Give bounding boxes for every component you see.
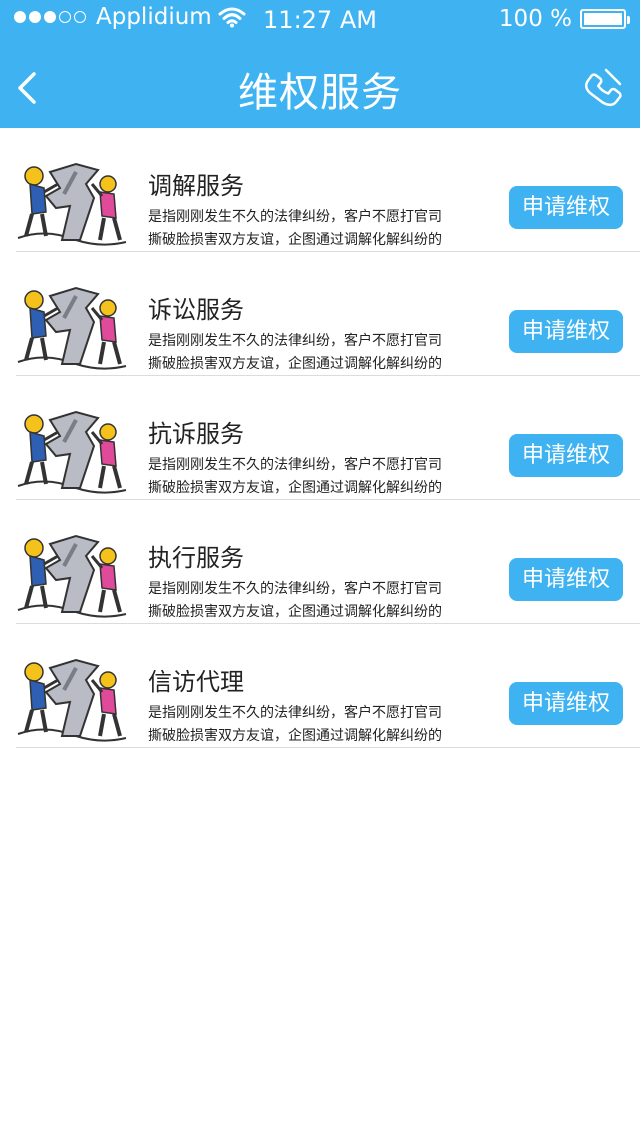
description-line: 是指刚刚发生不久的法律纠纷，客户不愿打官司 bbox=[148, 705, 442, 721]
service-description: 是指刚刚发生不久的法律纠纷，客户不愿打官司 撕破脸损害双方友谊，企图通过调解化解… bbox=[148, 702, 490, 748]
apply-rights-button[interactable]: 申请维权 bbox=[509, 558, 623, 601]
rights-illustration-icon bbox=[16, 526, 128, 622]
description-line: 撕破脸损害双方友谊，企图通过调解化解纠纷的 bbox=[148, 356, 442, 372]
apply-rights-button[interactable]: 申请维权 bbox=[509, 682, 623, 725]
description-line: 是指刚刚发生不久的法律纠纷，客户不愿打官司 bbox=[148, 581, 442, 597]
header: Applidium 11:27 AM 100 % 维权服务 bbox=[0, 0, 640, 128]
battery-icon bbox=[580, 9, 630, 29]
battery-fill bbox=[584, 13, 622, 25]
apply-rights-button[interactable]: 申请维权 bbox=[509, 310, 623, 353]
service-title: 抗诉服务 bbox=[148, 420, 244, 448]
service-title: 诉讼服务 bbox=[148, 296, 244, 324]
service-row[interactable]: 执行服务 是指刚刚发生不久的法律纠纷，客户不愿打官司 撕破脸损害双方友谊，企图通… bbox=[16, 500, 640, 624]
rights-illustration-icon bbox=[16, 278, 128, 374]
description-line: 是指刚刚发生不久的法律纠纷，客户不愿打官司 bbox=[148, 333, 442, 349]
service-description: 是指刚刚发生不久的法律纠纷，客户不愿打官司 撕破脸损害双方友谊，企图通过调解化解… bbox=[148, 454, 490, 500]
description-line: 撕破脸损害双方友谊，企图通过调解化解纠纷的 bbox=[148, 232, 442, 248]
battery-nub bbox=[627, 16, 630, 24]
service-title: 信访代理 bbox=[148, 668, 244, 696]
service-title: 调解服务 bbox=[148, 172, 244, 200]
service-description: 是指刚刚发生不久的法律纠纷，客户不愿打官司 撕破脸损害双方友谊，企图通过调解化解… bbox=[148, 578, 490, 624]
description-line: 是指刚刚发生不久的法律纠纷，客户不愿打官司 bbox=[148, 209, 442, 225]
service-description: 是指刚刚发生不久的法律纠纷，客户不愿打官司 撕破脸损害双方友谊，企图通过调解化解… bbox=[148, 330, 490, 376]
description-line: 是指刚刚发生不久的法律纠纷，客户不愿打官司 bbox=[148, 457, 442, 473]
service-description: 是指刚刚发生不久的法律纠纷，客户不愿打官司 撕破脸损害双方友谊，企图通过调解化解… bbox=[148, 206, 490, 252]
rights-illustration-icon bbox=[16, 402, 128, 498]
description-line: 撕破脸损害双方友谊，企图通过调解化解纠纷的 bbox=[148, 728, 442, 744]
service-row[interactable]: 信访代理 是指刚刚发生不久的法律纠纷，客户不愿打官司 撕破脸损害双方友谊，企图通… bbox=[16, 624, 640, 748]
battery-area: 100 % bbox=[498, 6, 630, 32]
phone-icon[interactable] bbox=[580, 66, 624, 110]
service-row[interactable]: 诉讼服务 是指刚刚发生不久的法律纠纷，客户不愿打官司 撕破脸损害双方友谊，企图通… bbox=[16, 252, 640, 376]
page-title: 维权服务 bbox=[238, 70, 402, 116]
service-row[interactable]: 抗诉服务 是指刚刚发生不久的法律纠纷，客户不愿打官司 撕破脸损害双方友谊，企图通… bbox=[16, 376, 640, 500]
description-line: 撕破脸损害双方友谊，企图通过调解化解纠纷的 bbox=[148, 480, 442, 496]
nav-bar: 维权服务 bbox=[0, 40, 640, 128]
apply-rights-button[interactable]: 申请维权 bbox=[509, 434, 623, 477]
description-line: 撕破脸损害双方友谊，企图通过调解化解纠纷的 bbox=[148, 604, 442, 620]
status-bar: Applidium 11:27 AM 100 % bbox=[0, 0, 640, 40]
service-list: 调解服务 是指刚刚发生不久的法律纠纷，客户不愿打官司 撕破脸损害双方友谊，企图通… bbox=[0, 128, 640, 748]
battery-percent: 100 % bbox=[498, 6, 572, 32]
service-title: 执行服务 bbox=[148, 544, 244, 572]
rights-illustration-icon bbox=[16, 650, 128, 746]
service-row[interactable]: 调解服务 是指刚刚发生不久的法律纠纷，客户不愿打官司 撕破脸损害双方友谊，企图通… bbox=[16, 128, 640, 252]
rights-illustration-icon bbox=[16, 154, 128, 250]
apply-rights-button[interactable]: 申请维权 bbox=[509, 186, 623, 229]
